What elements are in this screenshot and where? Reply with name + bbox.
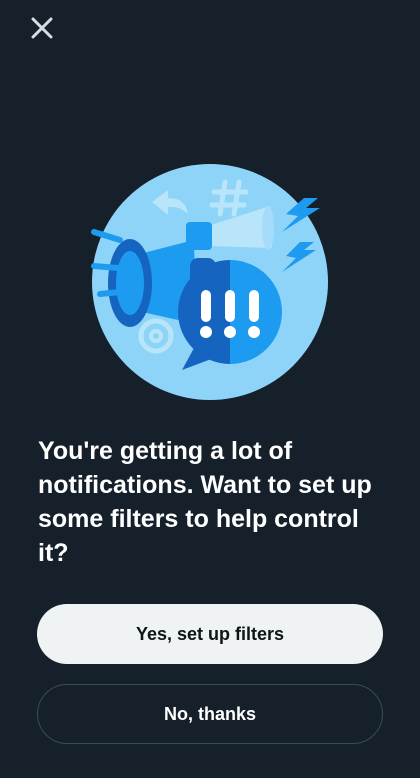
notifications-illustration bbox=[91, 164, 328, 400]
no-thanks-button-label: No, thanks bbox=[163, 703, 256, 724]
no-thanks-button[interactable]: No, thanks bbox=[37, 684, 383, 744]
close-icon bbox=[31, 17, 53, 39]
close-button[interactable] bbox=[26, 12, 58, 44]
setup-filters-button-label: Yes, set up filters bbox=[135, 623, 285, 644]
prompt-headline: You're getting a lot of notifications. W… bbox=[38, 437, 372, 567]
setup-filters-button[interactable]: Yes, set up filters bbox=[37, 604, 383, 664]
